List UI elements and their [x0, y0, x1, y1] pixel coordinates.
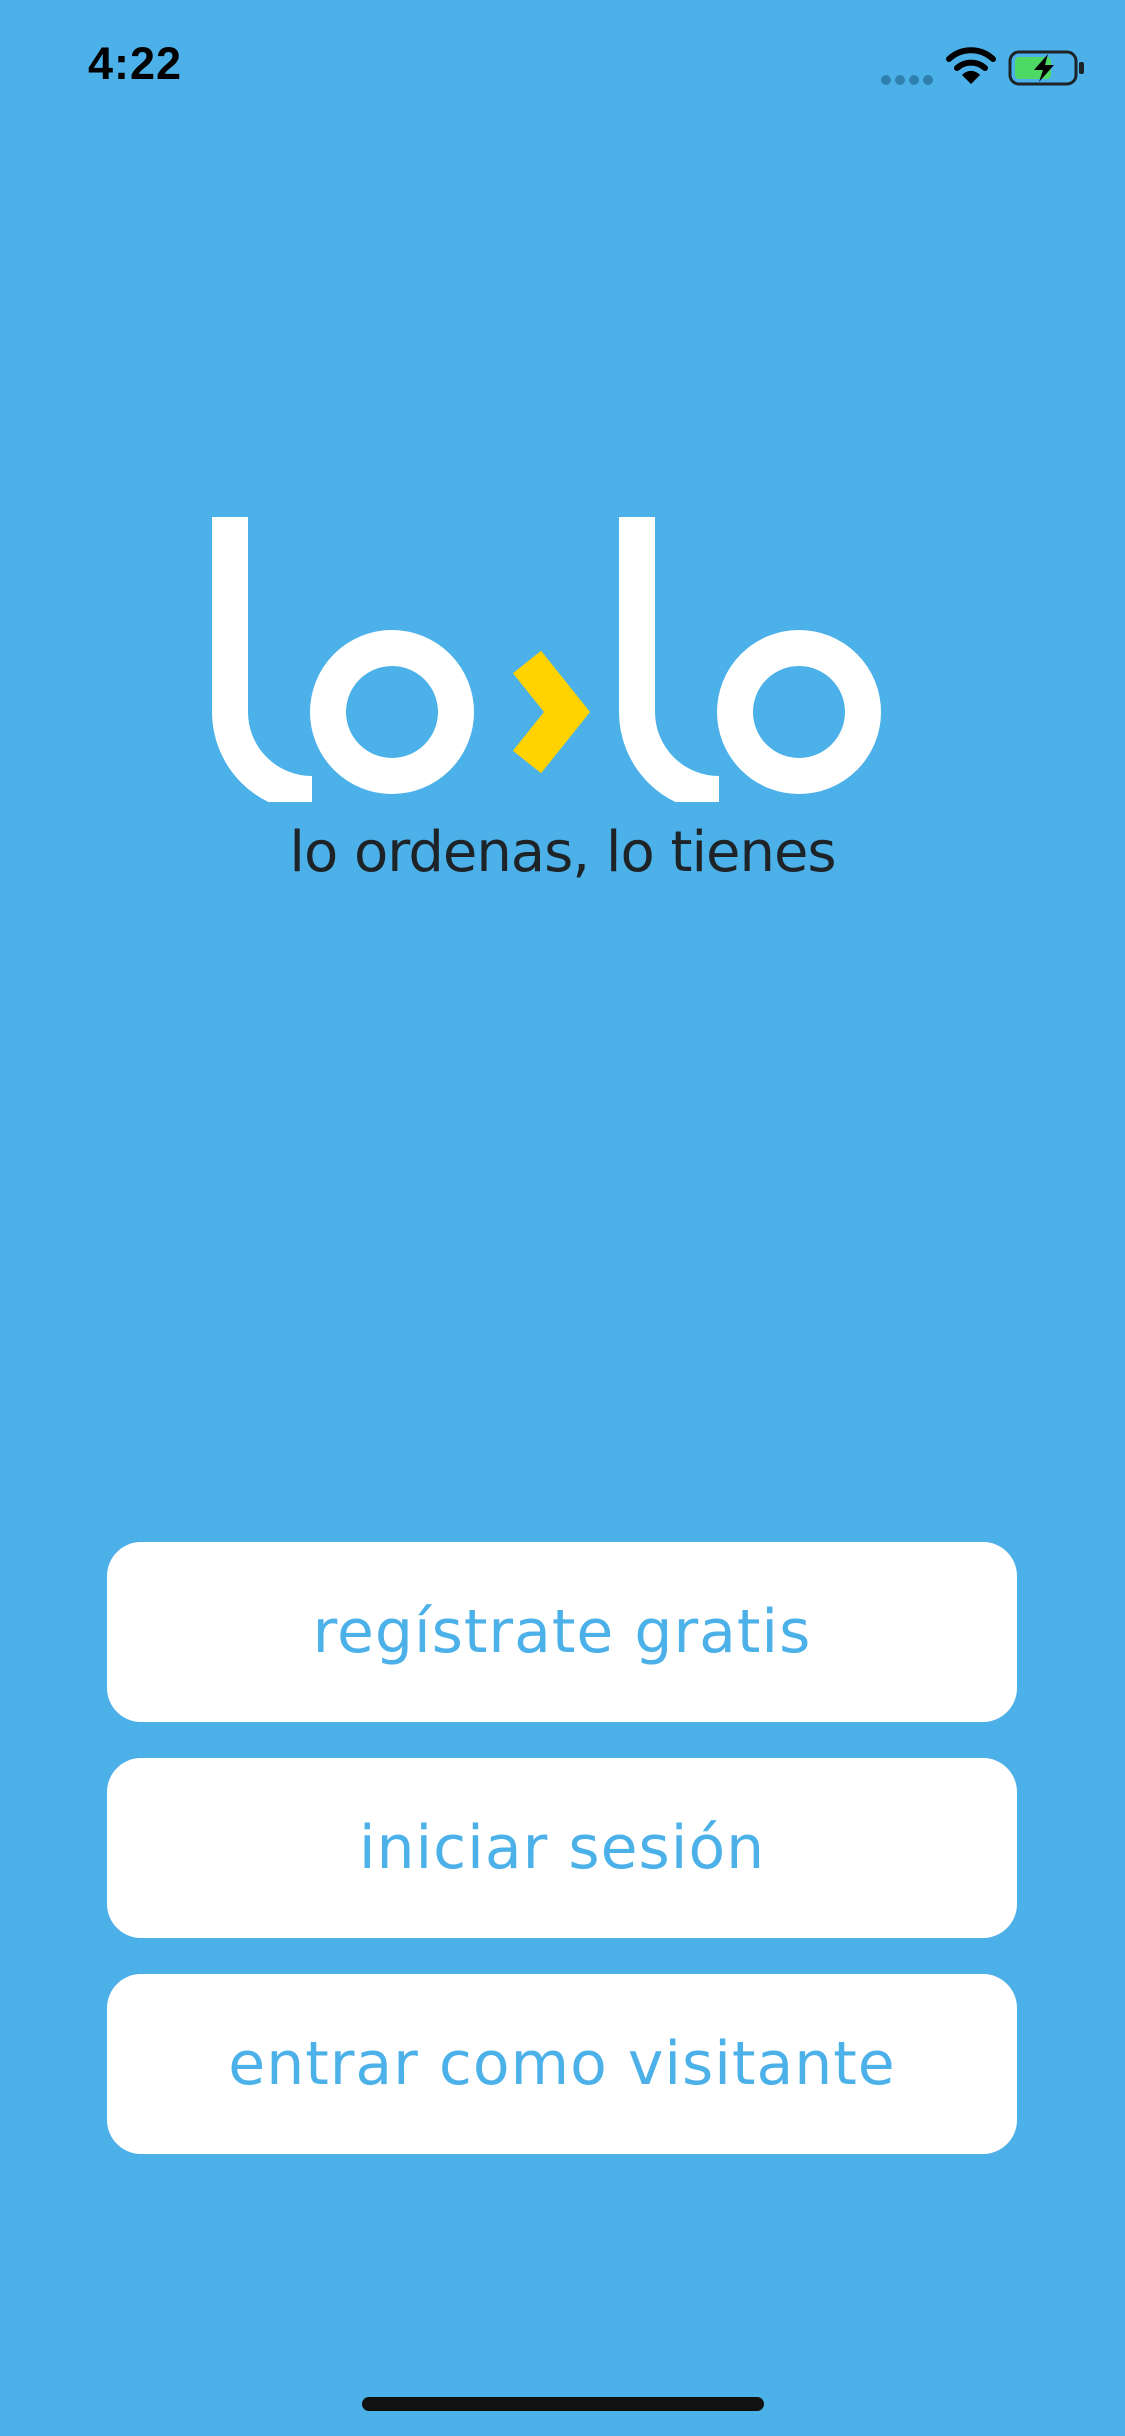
app-logo [212, 517, 881, 802]
brand-tagline: lo ordenas, lo tienes [289, 820, 836, 885]
wifi-icon [946, 47, 996, 84]
login-button[interactable]: iniciar sesión [107, 1758, 1017, 1938]
register-button[interactable]: regístrate gratis [107, 1542, 1017, 1722]
status-time: 4:22 [88, 38, 183, 89]
guest-login-button[interactable]: entrar como visitante [107, 1974, 1017, 2154]
status-bar: 4:22 [0, 0, 1125, 132]
home-indicator[interactable] [362, 2397, 764, 2411]
cellular-signal-icon [881, 75, 933, 85]
battery-charging-icon [1008, 50, 1084, 86]
